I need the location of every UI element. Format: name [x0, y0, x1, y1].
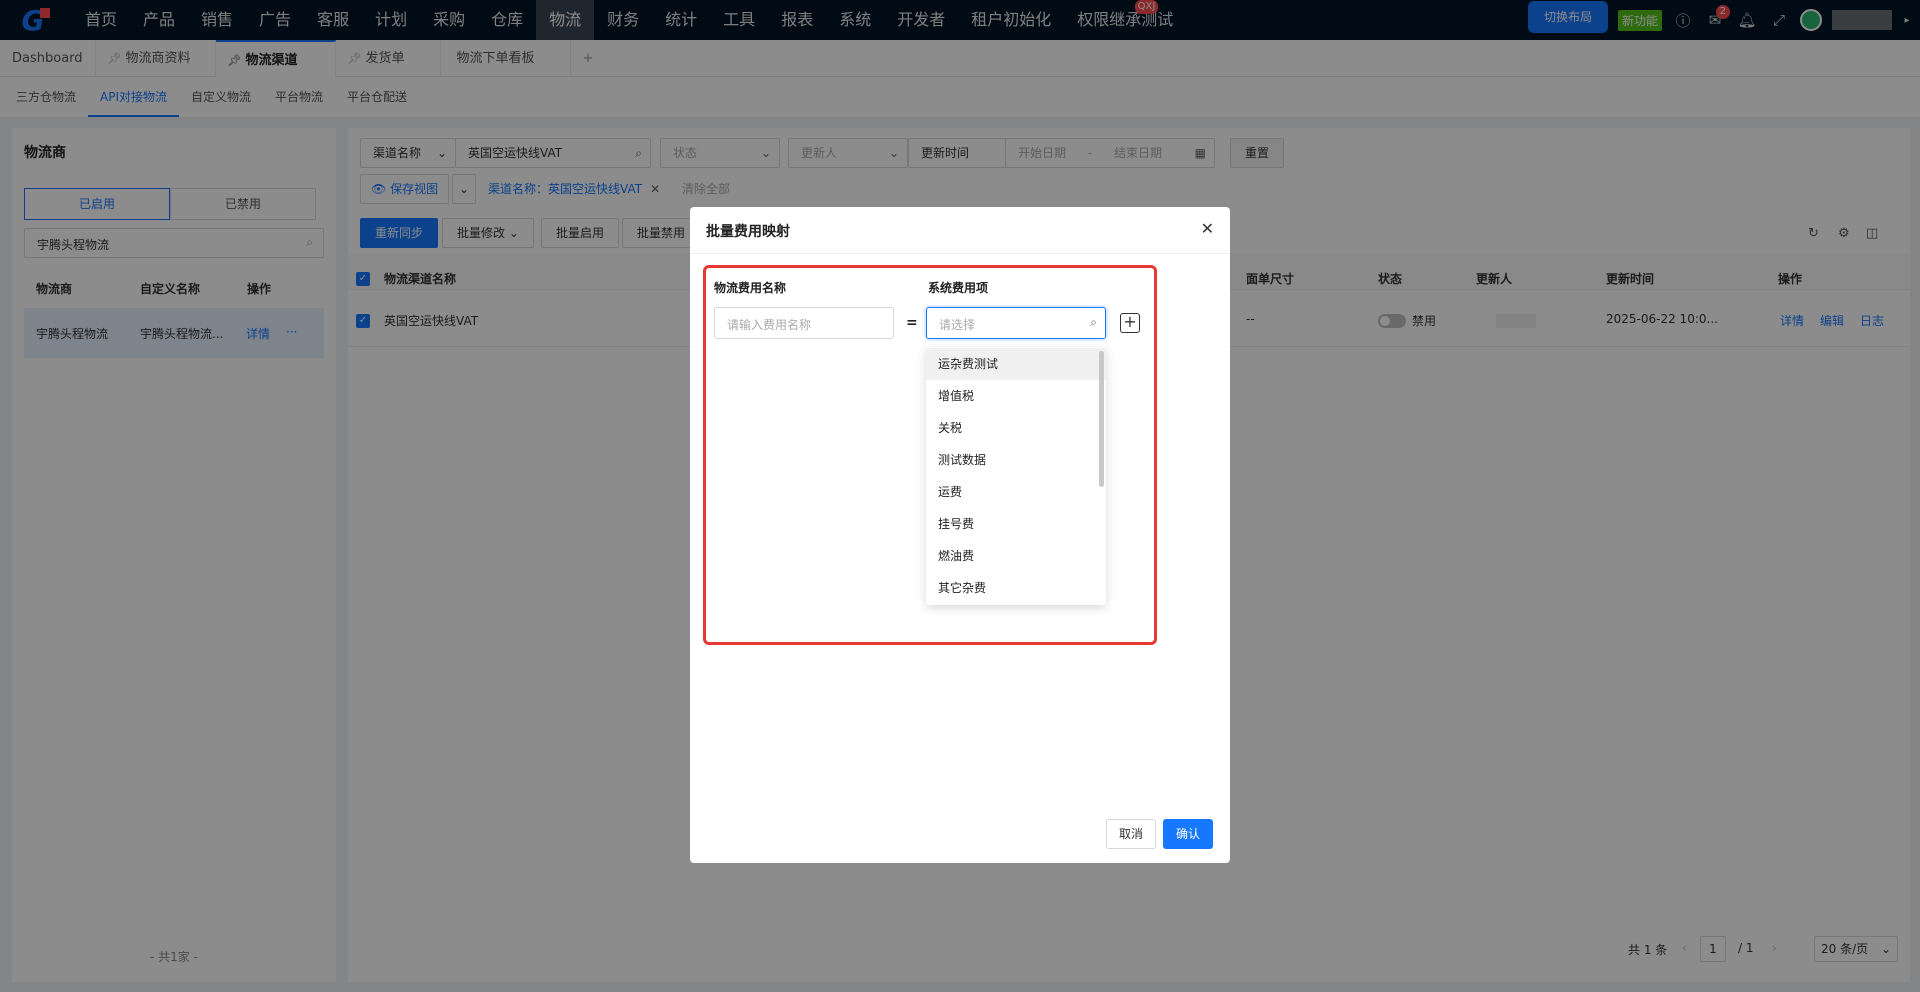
system-fee-select[interactable]: 请选择 ⌕ [926, 307, 1106, 339]
dropdown-option[interactable]: 关税 [926, 412, 1106, 444]
close-icon[interactable]: ✕ [1201, 219, 1214, 238]
logistics-fee-label: 物流费用名称 [714, 281, 787, 295]
confirm-button[interactable]: 确认 [1163, 819, 1214, 849]
dropdown-option[interactable]: 运杂费测试 [926, 348, 1106, 380]
batch-fee-mapping-modal: 批量费用映射 ✕ 物流费用名称 系统费用项 请输入费用名称 = 请选择 ⌕ + 运… [690, 207, 1230, 863]
system-fee-dropdown: 运杂费测试 增值税 关税 测试数据 运费 挂号费 燃油费 其它杂费 [926, 347, 1106, 605]
dropdown-option[interactable]: 运费 [926, 476, 1106, 508]
cancel-button[interactable]: 取消 [1106, 819, 1157, 849]
add-row-icon[interactable]: + [1120, 313, 1140, 333]
dropdown-option[interactable]: 挂号费 [926, 508, 1106, 540]
fee-name-input[interactable]: 请输入费用名称 [714, 307, 894, 339]
dropdown-option[interactable]: 燃油费 [926, 540, 1106, 572]
modal-divider [690, 253, 1230, 254]
dropdown-option[interactable]: 测试数据 [926, 444, 1106, 476]
equals-sign: = [906, 315, 918, 331]
dropdown-option[interactable]: 其它杂费 [926, 572, 1106, 604]
select-placeholder: 请选择 [939, 318, 976, 332]
modal-title: 批量费用映射 [706, 224, 790, 240]
dropdown-scrollbar[interactable] [1099, 351, 1104, 487]
search-icon: ⌕ [1090, 315, 1097, 329]
dropdown-option[interactable]: 增值税 [926, 380, 1106, 412]
system-fee-label: 系统费用项 [928, 281, 989, 295]
